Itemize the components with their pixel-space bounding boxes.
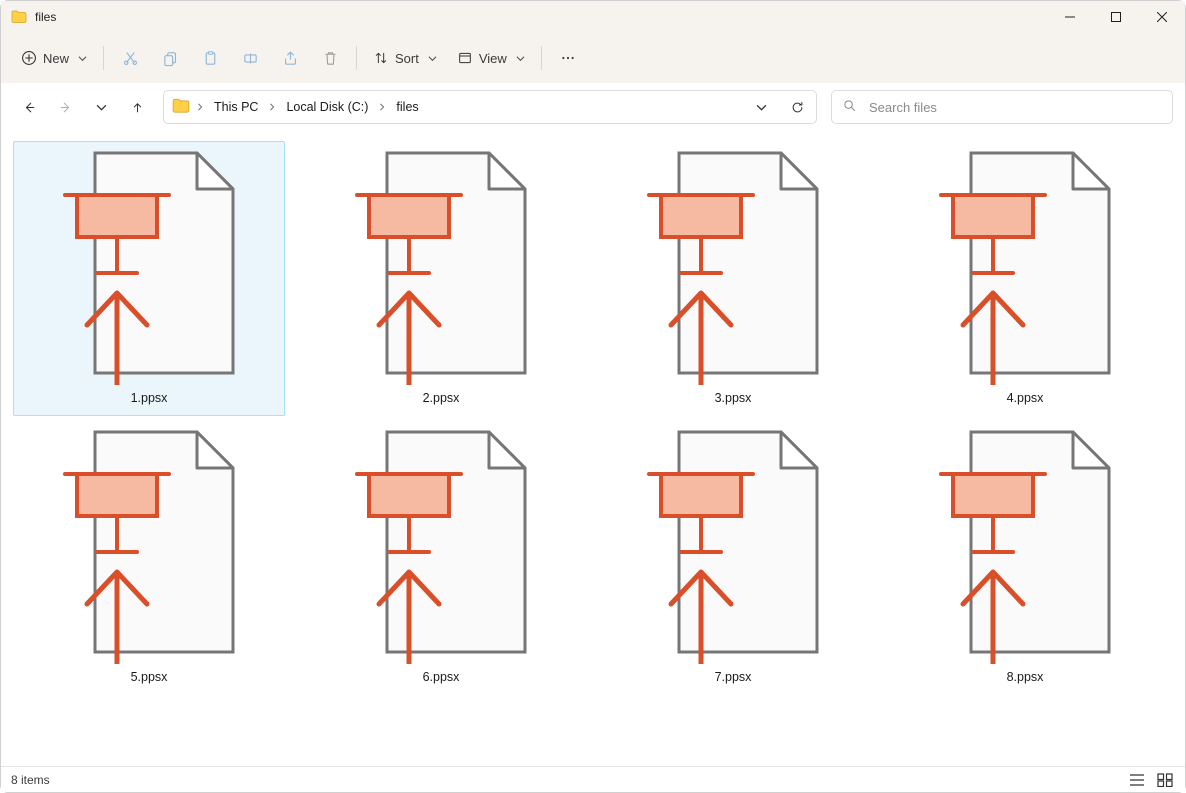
file-grid: 1.ppsx 2.ppsx 3.ppsx	[13, 141, 1183, 695]
chevron-right-icon[interactable]	[196, 100, 204, 114]
recent-locations-button[interactable]	[85, 91, 117, 123]
thumbnails-view-button[interactable]	[1155, 771, 1175, 789]
file-name: 1.ppsx	[131, 389, 168, 405]
file-name: 4.ppsx	[1007, 389, 1044, 405]
window-title: files	[35, 10, 56, 24]
file-name: 7.ppsx	[715, 668, 752, 684]
folder-icon	[11, 9, 27, 25]
file-item[interactable]: 7.ppsx	[597, 420, 869, 695]
title-bar: files	[1, 1, 1185, 33]
ppsx-file-icon	[603, 424, 863, 668]
address-bar[interactable]: This PC Local Disk (C:) files	[163, 90, 817, 124]
more-button[interactable]	[548, 41, 588, 75]
rename-button[interactable]	[230, 41, 270, 75]
minimize-button[interactable]	[1047, 1, 1093, 33]
new-label: New	[43, 51, 69, 66]
window-controls	[1047, 1, 1185, 33]
chevron-right-icon[interactable]	[268, 100, 276, 114]
file-area[interactable]: 1.ppsx 2.ppsx 3.ppsx	[1, 131, 1185, 766]
file-item[interactable]: 6.ppsx	[305, 420, 577, 695]
address-dropdown-button[interactable]	[746, 93, 776, 121]
toolbar: New Sort View	[1, 33, 1185, 83]
file-item[interactable]: 5.ppsx	[13, 420, 285, 695]
view-button[interactable]: View	[447, 41, 535, 75]
details-view-button[interactable]	[1127, 771, 1147, 789]
chevron-down-icon	[428, 54, 437, 63]
file-name: 3.ppsx	[715, 389, 752, 405]
file-name: 6.ppsx	[423, 668, 460, 684]
status-bar: 8 items	[1, 766, 1185, 792]
file-name: 8.ppsx	[1007, 668, 1044, 684]
search-icon	[842, 98, 857, 116]
sort-label: Sort	[395, 51, 419, 66]
paste-button[interactable]	[190, 41, 230, 75]
file-item[interactable]: 2.ppsx	[305, 141, 577, 416]
search-box[interactable]	[831, 90, 1173, 124]
cut-button[interactable]	[110, 41, 150, 75]
chevron-right-icon[interactable]	[378, 100, 386, 114]
view-label: View	[479, 51, 507, 66]
search-input[interactable]	[867, 99, 1162, 116]
chevron-down-icon	[516, 54, 525, 63]
status-text: 8 items	[11, 773, 50, 787]
copy-button[interactable]	[150, 41, 190, 75]
separator	[103, 46, 104, 70]
breadcrumb-item[interactable]: files	[392, 96, 422, 118]
separator	[541, 46, 542, 70]
ppsx-file-icon	[895, 424, 1155, 668]
file-name: 5.ppsx	[131, 668, 168, 684]
refresh-button[interactable]	[782, 93, 812, 121]
breadcrumb-item[interactable]: This PC	[210, 96, 262, 118]
back-button[interactable]	[13, 91, 45, 123]
share-button[interactable]	[270, 41, 310, 75]
file-name: 2.ppsx	[423, 389, 460, 405]
sort-button[interactable]: Sort	[363, 41, 447, 75]
maximize-button[interactable]	[1093, 1, 1139, 33]
breadcrumb-item[interactable]: Local Disk (C:)	[282, 96, 372, 118]
new-button[interactable]: New	[13, 41, 97, 75]
up-button[interactable]	[121, 91, 153, 123]
delete-button[interactable]	[310, 41, 350, 75]
file-item[interactable]: 8.ppsx	[889, 420, 1161, 695]
file-item[interactable]: 4.ppsx	[889, 141, 1161, 416]
forward-button[interactable]	[49, 91, 81, 123]
close-button[interactable]	[1139, 1, 1185, 33]
folder-icon	[172, 97, 190, 118]
ppsx-file-icon	[895, 145, 1155, 389]
ppsx-file-icon	[311, 424, 571, 668]
file-item[interactable]: 1.ppsx	[13, 141, 285, 416]
ppsx-file-icon	[19, 424, 279, 668]
file-item[interactable]: 3.ppsx	[597, 141, 869, 416]
navigation-row: This PC Local Disk (C:) files	[1, 83, 1185, 131]
ppsx-file-icon	[311, 145, 571, 389]
separator	[356, 46, 357, 70]
ppsx-file-icon	[603, 145, 863, 389]
chevron-down-icon	[78, 54, 87, 63]
ppsx-file-icon	[19, 145, 279, 389]
